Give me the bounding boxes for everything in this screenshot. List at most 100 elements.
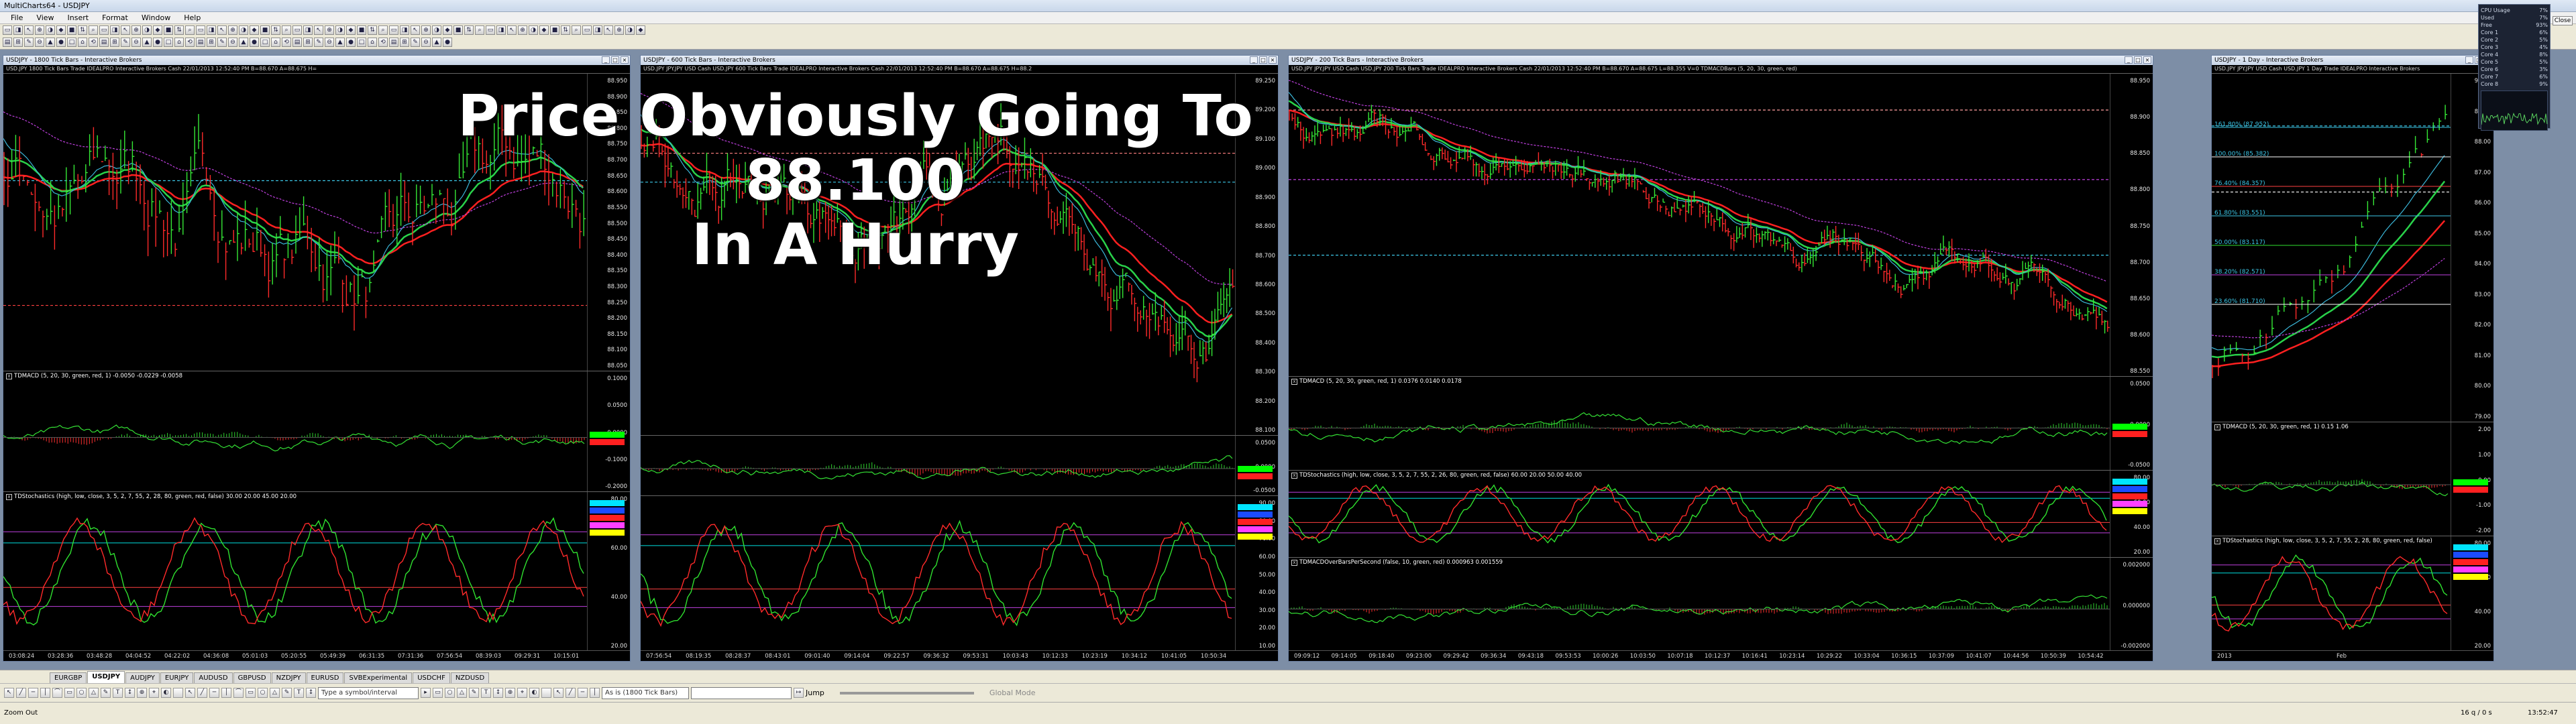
drawing-tool-icon[interactable] [541,688,551,698]
macd-bars-per-second-pane[interactable]: x TDMACDOverBarsPerSecond (false, 10, gre… [1289,557,2153,651]
toolbar-button-icon[interactable]: ⇅ [561,25,570,35]
minimize-icon[interactable]: _ [602,56,610,64]
symbol-tab-usdchf[interactable]: USDCHF [413,672,450,683]
toolbar-button-icon[interactable]: □ [67,38,76,47]
toolbar-button-icon[interactable]: ◑ [335,25,345,35]
toolbar-button-icon[interactable]: ◑ [239,25,248,35]
toolbar-button-icon[interactable]: ⊕ [325,25,334,35]
toolbar-button-icon[interactable]: ⊞ [110,38,119,47]
jump-icon[interactable]: ↦ [794,688,804,698]
chart-window-200-tick[interactable]: USDJPY - 200 Tick Bars - Interactive Bro… [1288,55,2153,662]
toolbar-button-icon[interactable]: ▲ [335,38,345,47]
drawing-tool-icon[interactable]: ✎ [282,688,292,698]
drawing-tool-icon[interactable]: ◐ [161,688,171,698]
toolbar-button-icon[interactable]: ↖ [24,25,34,35]
drawing-tool-icon[interactable]: ╱ [197,688,207,698]
toolbar-button-icon[interactable]: ▤ [292,38,302,47]
drawing-tool-icon[interactable]: ⌒ [233,688,244,698]
toolbar-button-icon[interactable]: ◑ [625,25,635,35]
drawing-tool-icon[interactable]: ╱ [566,688,576,698]
symbol-tab-eurusd[interactable]: EURUSD [306,672,344,683]
toolbar-button-icon[interactable]: ◑ [46,25,55,35]
drawing-tool-icon[interactable]: T [113,688,123,698]
toolbar-button-icon[interactable]: ✎ [24,38,34,47]
close-icon[interactable]: × [2143,56,2151,64]
toolbar-button-icon[interactable]: ⊖ [325,38,334,47]
toolbar-button-icon[interactable]: ⌕ [475,25,484,35]
toolbar-button-icon[interactable]: ⊕ [228,25,237,35]
go-icon[interactable]: ▸ [421,688,431,698]
toolbar-button-icon[interactable]: ▭ [292,25,302,35]
toolbar-button-icon[interactable]: ⊖ [228,38,237,47]
toolbar-button-icon[interactable]: ↖ [314,25,323,35]
drawing-tool-icon[interactable]: ╱ [16,688,26,698]
toolbar-button-icon[interactable]: ◨ [303,25,313,35]
toolbar-button-icon[interactable]: ▭ [486,25,495,35]
drawing-tool-icon[interactable]: ⌖ [517,688,527,698]
toolbar-button-icon[interactable]: ▭ [99,25,109,35]
toolbar-button-icon[interactable]: ▲ [142,38,152,47]
toolbar-button-icon[interactable]: ◆ [346,25,356,35]
toolbar-button-icon[interactable]: ▤ [3,38,12,47]
toolbar-button-icon[interactable]: ▭ [196,25,205,35]
toolbar-button-icon[interactable]: ⊞ [13,38,23,47]
drawing-tool-icon[interactable]: ⌖ [149,688,159,698]
drawing-tool-icon[interactable]: ▭ [246,688,256,698]
toolbar-button-icon[interactable]: ⊕ [421,25,431,35]
drawing-tool-icon[interactable] [173,688,183,698]
price-pane[interactable]: 161.80% (87.952) 100.00% (85.382) 76.40% (… [2212,73,2493,422]
cpu-close-button[interactable]: Close [2553,16,2573,25]
close-icon[interactable]: x [2214,538,2220,544]
toolbar-button-icon[interactable]: ⌕ [185,25,195,35]
drawing-tool-icon[interactable]: ─ [209,688,219,698]
toolbar-button-icon[interactable]: ⊞ [207,38,216,47]
toolbar-button-icon[interactable]: ▲ [239,38,248,47]
toolbar-button-icon[interactable]: ✎ [121,38,130,47]
symbol-tab-audjpy[interactable]: AUDJPY [125,672,160,683]
toolbar-button-icon[interactable]: ◑ [142,25,152,35]
toolbar-button-icon[interactable]: ◆ [250,25,259,35]
toolbar-button-icon[interactable]: ◨ [110,25,119,35]
close-icon[interactable]: x [2214,424,2220,430]
price-pane[interactable]: 88.950 88.900 88.850 88.800 88.750 88.700 88.6… [1289,73,2153,376]
close-icon[interactable]: x [1291,379,1297,385]
toolbar-button-icon[interactable]: ▤ [99,38,109,47]
toolbar-button-icon[interactable]: ◆ [153,25,162,35]
close-icon[interactable]: × [1269,56,1277,64]
macd-pane[interactable]: x TDMACD (5, 20, 30, green, red, 1) 0.037… [1289,376,2153,470]
chart-window-1-day[interactable]: USDJPY - 1 Day - Interactive Brokers_□× … [2211,55,2494,662]
jump-date-input[interactable] [691,686,792,699]
symbol-tab-nzdusd[interactable]: NZDUSD [450,672,490,683]
price-chart[interactable] [1289,74,2110,376]
toolbar-button-icon[interactable]: ◑ [432,25,441,35]
toolbar-button-icon[interactable]: ⌕ [282,25,291,35]
toolbar-button-icon[interactable]: ⇅ [78,25,87,35]
toolbar-button-icon[interactable]: ⌕ [378,25,388,35]
toolbar-button-icon[interactable]: ✎ [217,38,227,47]
drawing-tool-icon[interactable]: ↖ [553,688,564,698]
symbol-tab-eurgbp[interactable]: EURGBP [50,672,87,683]
toolbar-button-icon[interactable]: ⊖ [35,38,44,47]
toolbar-button-icon[interactable]: ⌕ [89,25,98,35]
chart-window-title[interactable]: USDJPY - 1800 Tick Bars - Interactive Br… [3,56,630,65]
drawing-tool-icon[interactable]: T [294,688,304,698]
drawing-tool-icon[interactable]: ↕ [493,688,503,698]
drawing-tool-icon[interactable]: ○ [76,688,87,698]
stochastics-pane[interactable]: x TDStochastics (high, low, close, 3, 5, … [1289,470,2153,557]
toolbar-button-icon[interactable]: ⇅ [464,25,474,35]
toolbar-button-icon[interactable]: ● [153,38,162,47]
drawing-tool-icon[interactable]: ⊕ [137,688,147,698]
toolbar-button-icon[interactable]: ● [56,38,66,47]
toolbar-button-icon[interactable]: ⊖ [131,38,141,47]
toolbar-button-icon[interactable]: ⟲ [282,38,291,47]
toolbar-button-icon[interactable]: ⇅ [271,25,280,35]
macd-pane[interactable]: 0.05000.0000-0.0500 [641,435,1278,495]
toolbar-button-icon[interactable]: ◨ [13,25,23,35]
stochastics-pane[interactable]: x TDStochastics (high, low, close, 3, 5, … [3,491,630,651]
jump-label[interactable]: Jump [806,688,824,697]
toolbar-button-icon[interactable]: ⊕ [131,25,141,35]
drawing-tool-icon[interactable]: ○ [258,688,268,698]
maximize-icon[interactable]: □ [2134,56,2142,64]
toolbar-button-icon[interactable]: ⊕ [518,25,527,35]
drawing-tool-icon[interactable]: │ [221,688,231,698]
